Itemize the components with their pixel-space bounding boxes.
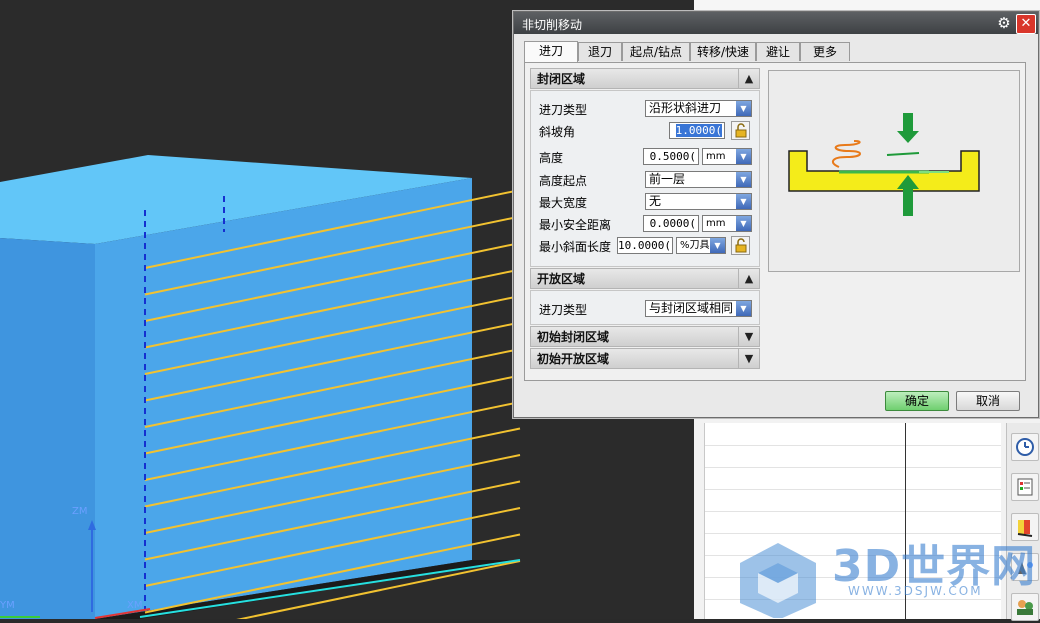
dropdown-arrow-icon: ▼ (736, 216, 751, 231)
close-icon[interactable]: ✕ (1016, 14, 1036, 34)
min-safe-distance-unit-select[interactable]: mm ▼ (702, 215, 752, 232)
section-closed-area-header[interactable]: 封闭区域 ▲ (530, 68, 760, 89)
engage-type-value: 沿形状斜进刀 (649, 101, 722, 115)
section-initial-closed-title: 初始封闭区域 (537, 330, 610, 344)
min-safe-distance-input[interactable]: 0.0000( (643, 215, 699, 232)
min-safe-distance-unit-value: mm (706, 218, 726, 229)
engage-type-label: 进刀类型 (539, 103, 588, 117)
section-open-area-title: 开放区域 (537, 272, 586, 286)
gear-icon[interactable]: ⚙ (995, 14, 1013, 32)
lock-icon[interactable] (731, 121, 750, 140)
height-label: 高度 (539, 151, 564, 165)
engage-type-select[interactable]: 沿形状斜进刀 ▼ (645, 100, 752, 117)
open-engage-type-value: 与封闭区域相同 (649, 301, 734, 315)
max-width-value: 无 (649, 194, 662, 208)
section-open-area-header[interactable]: 开放区域 ▲ (530, 268, 760, 289)
expand-chevron-down-icon[interactable]: ▼ (738, 327, 759, 346)
cancel-button[interactable]: 取消 (956, 391, 1020, 411)
dropdown-arrow-icon: ▼ (736, 101, 751, 116)
engage-settings: 封闭区域 ▲ 进刀类型 沿形状斜进刀 ▼ 斜坡角 1.0000( 高度 0.50… (530, 68, 760, 376)
tab-start-drill-points[interactable]: 起点/钻点 (622, 42, 690, 61)
min-safe-distance-label: 最小安全距离 (539, 218, 612, 232)
collapse-chevron-up-icon-2[interactable]: ▲ (738, 269, 759, 288)
zm-axis-label: ZM (72, 506, 88, 517)
collapse-chevron-up-icon[interactable]: ▲ (738, 69, 759, 88)
history-clock-icon[interactable] (1011, 433, 1039, 461)
min-ramp-length-input[interactable]: 10.0000( (617, 237, 673, 254)
dropdown-arrow-icon: ▼ (736, 172, 751, 187)
open-engage-type-label: 进刀类型 (539, 303, 588, 317)
min-ramp-length-unit-select[interactable]: %刀具 ▼ (676, 237, 726, 254)
section-open-area-body: 进刀类型 与封闭区域相同 ▼ (530, 290, 760, 325)
height-input[interactable]: 0.5000( (643, 148, 699, 165)
min-ramp-length-label: 最小斜面长度 (539, 240, 612, 254)
dropdown-arrow-icon: ▼ (736, 149, 751, 164)
max-width-select[interactable]: 无 ▼ (645, 193, 752, 210)
part-left-face (0, 238, 95, 619)
height-from-value: 前一层 (649, 172, 686, 186)
tab-engage[interactable]: 进刀 (524, 41, 578, 62)
dropdown-arrow-icon: ▼ (710, 238, 725, 253)
panel-header (694, 0, 1040, 11)
non-cutting-moves-dialog: 非切削移动 ⚙ ✕ 进刀 退刀 起点/钻点 转移/快速 避让 更多 封闭区域 ▲… (513, 11, 1039, 418)
lock-icon-2[interactable] (731, 236, 750, 255)
ym-axis-label: YM (0, 600, 15, 611)
max-width-label: 最大宽度 (539, 196, 588, 210)
section-initial-open-header[interactable]: 初始开放区域 ▼ (530, 348, 760, 369)
watermark-url: WWW.3DSJW.COM (848, 584, 983, 598)
ramp-angle-input[interactable]: 1.0000( (669, 122, 725, 139)
part-list-icon[interactable] (1011, 473, 1039, 501)
dropdown-arrow-icon: ▼ (736, 301, 751, 316)
xm-axis-label: XM (127, 600, 143, 611)
min-ramp-length-value: 10.0000( (618, 239, 671, 252)
dialog-title: 非切削移动 (522, 18, 583, 32)
watermark: 3D世界网 WWW.3DSJW.COM (740, 518, 1040, 620)
tab-retract[interactable]: 退刀 (578, 42, 622, 61)
height-unit-value: mm (706, 151, 726, 162)
tab-content-engage: 封闭区域 ▲ 进刀类型 沿形状斜进刀 ▼ 斜坡角 1.0000( 高度 0.50… (524, 62, 1026, 381)
tab-transfer-rapid[interactable]: 转移/快速 (690, 42, 756, 61)
dialog-footer: 确定 取消 (514, 388, 1038, 417)
expand-chevron-down-icon-2[interactable]: ▼ (738, 349, 759, 368)
min-ramp-length-unit-value: %刀具 (680, 240, 710, 251)
dropdown-arrow-icon: ▼ (736, 194, 751, 209)
tab-more[interactable]: 更多 (800, 42, 850, 61)
section-initial-closed-header[interactable]: 初始封闭区域 ▼ (530, 326, 760, 347)
engage-preview-image (768, 70, 1020, 272)
ok-button[interactable]: 确定 (885, 391, 949, 411)
min-safe-distance-value: 0.0000( (649, 217, 696, 230)
height-value: 0.5000( (649, 150, 696, 163)
tab-avoidance[interactable]: 避让 (756, 42, 800, 61)
ramp-angle-value: 1.0000( (675, 124, 722, 137)
height-unit-select[interactable]: mm ▼ (702, 148, 752, 165)
height-from-label: 高度起点 (539, 174, 588, 188)
open-engage-type-select[interactable]: 与封闭区域相同 ▼ (645, 300, 752, 317)
section-closed-area-title: 封闭区域 (537, 72, 586, 86)
ramp-angle-label: 斜坡角 (539, 125, 576, 139)
section-closed-area-body: 进刀类型 沿形状斜进刀 ▼ 斜坡角 1.0000( 高度 0.5000( mm … (530, 90, 760, 267)
dialog-titlebar[interactable]: 非切削移动 ⚙ ✕ (514, 12, 1038, 34)
height-from-select[interactable]: 前一层 ▼ (645, 171, 752, 188)
section-initial-open-title: 初始开放区域 (537, 352, 610, 366)
